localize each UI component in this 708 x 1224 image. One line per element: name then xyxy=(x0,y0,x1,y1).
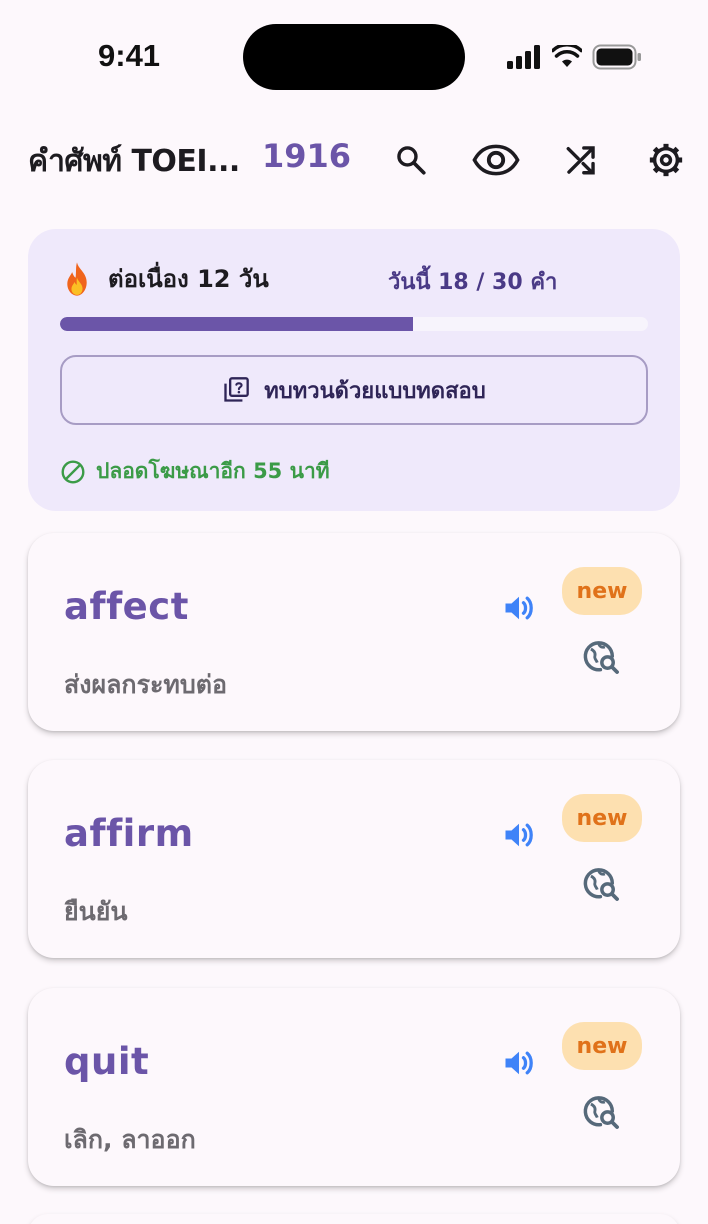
app-bar: คำศัพท์ TOEI... 1916 xyxy=(0,120,708,200)
new-badge: new xyxy=(562,567,642,615)
dynamic-island xyxy=(243,24,465,90)
speaker-icon xyxy=(505,823,533,847)
word-card-next[interactable] xyxy=(28,1214,680,1224)
battery-icon xyxy=(592,44,641,70)
word-count: 1916 xyxy=(262,137,352,175)
word-card[interactable]: affect ส่งผลกระทบต่อ new xyxy=(28,533,680,731)
daily-progress-bar xyxy=(60,317,648,331)
gear-icon xyxy=(649,143,683,177)
settings-button[interactable] xyxy=(640,134,692,186)
lookup-button[interactable] xyxy=(580,862,624,906)
shuffle-icon xyxy=(566,146,595,175)
daily-progress-card: ต่อเนื่อง 12 วัน วันนี้ 18 / 30 คำ ทบทวน… xyxy=(28,229,680,511)
review-quiz-label: ทบทวนด้วยแบบทดสอบ xyxy=(264,378,486,404)
daily-progress-fill xyxy=(60,317,413,331)
word-meaning: เลิก, ลาออก xyxy=(64,1125,196,1154)
travel-explore-icon xyxy=(583,868,619,901)
new-badge: new xyxy=(562,794,642,842)
status-bar: 9:41 xyxy=(0,0,708,110)
status-icons xyxy=(506,42,642,72)
search-button[interactable] xyxy=(385,134,437,186)
today-count: วันนี้ 18 / 30 คำ xyxy=(388,270,558,295)
word-meaning: ยืนยัน xyxy=(64,897,128,926)
word-card[interactable]: quit เลิก, ลาออก new xyxy=(28,988,680,1186)
word-card[interactable]: affirm ยืนยัน new xyxy=(28,760,680,958)
visibility-toggle-button[interactable] xyxy=(470,134,522,186)
review-quiz-button[interactable]: ทบทวนด้วยแบบทดสอบ xyxy=(60,355,648,425)
ad-free-row: ปลอดโฆษณาอีก 55 นาที xyxy=(60,455,330,488)
lookup-button[interactable] xyxy=(580,635,624,679)
streak-text: ต่อเนื่อง 12 วัน xyxy=(108,265,269,293)
word-text: affect xyxy=(64,585,189,628)
wifi-icon xyxy=(552,45,582,67)
eye-icon xyxy=(472,144,520,176)
pronounce-button[interactable] xyxy=(496,812,542,858)
signal-icon xyxy=(507,45,540,69)
new-badge: new xyxy=(562,1022,642,1070)
speaker-icon xyxy=(505,1051,533,1075)
no-ads-icon xyxy=(61,460,85,483)
pronounce-button[interactable] xyxy=(496,585,542,631)
search-icon xyxy=(397,146,426,175)
ad-free-text: ปลอดโฆษณาอีก 55 นาที xyxy=(96,459,330,483)
travel-explore-icon xyxy=(583,1096,619,1129)
word-text: affirm xyxy=(64,812,194,855)
shuffle-button[interactable] xyxy=(555,134,607,186)
speaker-icon xyxy=(505,596,533,620)
fire-icon xyxy=(67,261,87,296)
streak-row: ต่อเนื่อง 12 วัน xyxy=(60,259,269,298)
quiz-icon xyxy=(224,377,250,402)
word-text: quit xyxy=(64,1040,150,1083)
word-meaning: ส่งผลกระทบต่อ xyxy=(64,670,228,699)
status-time: 9:41 xyxy=(98,38,161,73)
travel-explore-icon xyxy=(583,641,619,674)
lookup-button[interactable] xyxy=(580,1090,624,1134)
pronounce-button[interactable] xyxy=(496,1040,542,1086)
app-title: คำศัพท์ TOEI... xyxy=(28,144,240,179)
